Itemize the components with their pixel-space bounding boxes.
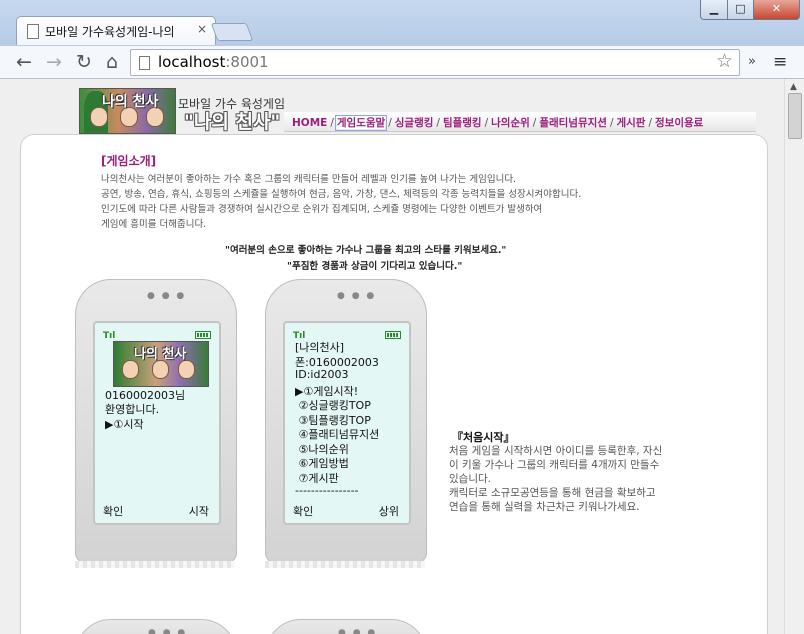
game-logo-image: 나의 천사 [113,341,209,387]
maximize-button[interactable]: □ [727,0,754,20]
start-section-title: 『처음시작』 [452,431,515,444]
new-tab-button[interactable] [210,23,254,41]
menu-line: ID:id2003 [295,368,349,381]
phone-speaker-dots: ● ● ● [337,291,377,301]
phone-screen: Tıl 나의 천사 0160002003님 환영합니다. ▶①시작 확인 시작 [93,321,221,525]
nav-separator: / [330,117,334,129]
nav-item[interactable]: 정보이용료 [655,117,703,129]
browser-toolbar: ← → ↻ ⌂ localhost:8001 ☆ » ≡ [0,46,804,79]
softkey-up: 상위 [378,505,399,518]
desc-line: 연습을 통해 실력을 차근차근 키워나가세요. [449,501,640,513]
site-logo[interactable]: 나의 천사 [79,88,176,134]
page-icon [139,56,150,70]
nav-item[interactable]: HOME [292,117,327,129]
nav-item[interactable]: 플래티넘뮤지션 [539,117,607,129]
menu-line: ---------------- [295,484,359,497]
nav-item[interactable]: 나의순위 [491,117,530,129]
content-card: [게임소개] 나의천사는 여러분이 좋아하는 가수 혹은 그룹의 캐릭터를 만들… [20,134,768,634]
brand-title: "나의 천사" [184,111,281,133]
nav-separator: / [609,117,614,129]
reload-button[interactable]: ↻ [72,50,96,74]
intro-text: 나의천사는 여러분이 좋아하는 가수 혹은 그룹의 캐릭터를 만들어 레벨과 인… [101,172,701,232]
bookmark-star-icon[interactable]: ☆ [716,50,733,72]
scrollbar-thumb[interactable] [788,93,802,139]
intro-line: 인기도에 따라 다른 사람들과 경쟁하여 실시간으로 순위가 집계되며, 스케쥴… [101,204,543,215]
quote-line: "여러분의 손으로 좋아하는 가수나 그룹을 최고의 스타를 키워보세요." [225,245,507,256]
site-nav: HOME / 게임도움말 / 싱글랭킹 / 팀플랭킹 / 나의순위 / 플래티넘뮤지션 / 게시판 / 정보… [284,112,756,132]
quote-line: "푸짐한 경품과 상금이 기다리고 있습니다." [287,261,463,272]
vertical-scrollbar[interactable]: ▲ [784,79,804,634]
phone-mockup-lower: ● ● ● [75,619,237,634]
screen-line: ▶①시작 [105,418,144,431]
minimize-button[interactable]: ▁ [700,0,728,20]
phone-mockup-menu: ● ● ● Tıl [나의천사] 폰:0160002003 ID:id2003 ▶①게… [265,279,427,569]
address-bar[interactable]: localhost:8001 ☆ [130,49,740,76]
logo-text: 나의 천사 [102,94,159,110]
nav-separator: / [388,117,392,129]
url-text: localhost:8001 [158,53,269,71]
battery-icon [195,331,211,339]
softkey-start: 시작 [188,505,209,518]
browser-tab[interactable]: 모바일 가수육성게임-나의 × [16,16,216,45]
section-title: [게임소개] [101,154,157,168]
back-button[interactable]: ← [12,50,36,74]
softkey-confirm: 확인 [103,505,124,518]
softkey-confirm: 확인 [293,505,314,518]
intro-line: 게임에 흥미를 더해줍니다. [101,219,207,230]
nav-item[interactable]: 팀플랭킹 [443,117,482,129]
page-viewport: 나의 천사 모바일 가수 육성게임 "나의 천사" HOME / 게임도움말 / 싱글랭… [0,79,784,634]
intro-line: 나의천사는 여러분이 좋아하는 가수 혹은 그룹의 캐릭터를 만들어 레벨과 인… [101,174,517,185]
tab-title: 모바일 가수육성게임-나의 [45,25,175,39]
scroll-up-arrow-icon[interactable]: ▲ [790,82,797,92]
close-window-button[interactable]: ✕ [753,0,800,20]
phone-mockup-lower: ● ● ● [265,619,427,634]
nav-separator: / [484,117,489,129]
browser-menu-icon[interactable]: ≡ [773,52,787,72]
signal-icon: Tıl [103,331,116,341]
window-titlebar: 모바일 가수육성게임-나의 × ▁ □ ✕ [0,0,804,46]
page-icon [27,24,39,39]
phone-screen: Tıl [나의천사] 폰:0160002003 ID:id2003 ▶①게임시작! ②… [283,321,411,525]
phone-speaker-dots: ● ● ● [147,291,187,301]
nav-separator: / [436,117,440,129]
screen-line: 환영합니다. [105,403,160,416]
desc-line: 캐릭터로 소규모공연등을 통해 현금을 확보하고 [449,487,656,499]
nav-item[interactable]: 싱글랭킹 [395,117,434,129]
forward-button[interactable]: → [42,50,66,74]
nav-separator: / [532,117,537,129]
nav-separator: / [648,117,653,129]
intro-line: 공연, 방송, 연습, 휴식, 쇼핑등의 스케쥴을 실행하여 현금, 음악, 가… [101,189,582,200]
start-section-text: 처음 게임을 시작하시면 아이디를 등록한후, 자신 이 키울 가수나 그룹의 … [449,444,723,514]
nav-item[interactable]: 게시판 [616,117,645,129]
phone-mockup-welcome: ● ● ● Tıl 나의 천사 0160002003님 환영합니다. ▶①시작 … [75,279,237,569]
desc-line: 처음 게임을 시작하시면 아이디를 등록한후, 자신 [449,445,663,457]
nav-list: HOME / 게임도움말 / 싱글랭킹 / 팀플랭킹 / 나의순위 / 플래티넘뮤지션 / 게시판 / 정보… [292,115,703,131]
desc-line: 있습니다. [449,473,491,485]
home-button[interactable]: ⌂ [100,50,124,74]
close-tab-icon[interactable]: × [197,22,207,36]
battery-icon [385,331,401,339]
extensions-overflow-icon[interactable]: » [748,54,756,69]
desc-line: 이 키울 가수나 그룹의 캐릭터를 4개까지 만들수 [449,459,660,471]
nav-item[interactable]: 게임도움말 [334,115,388,131]
